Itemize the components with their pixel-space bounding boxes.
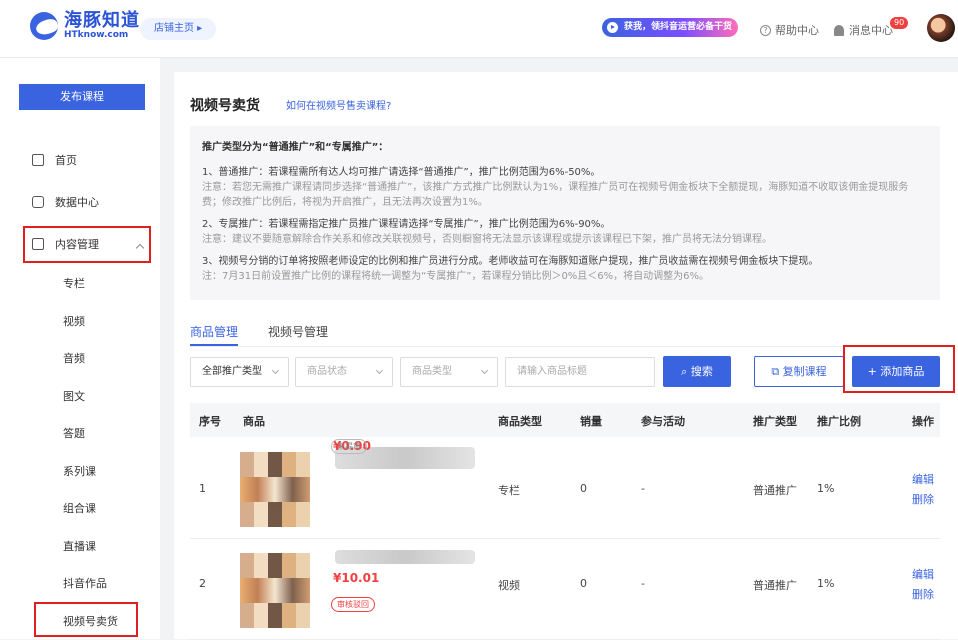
logo-name: 海豚知道 [64,10,140,31]
promo-type-select[interactable]: 全部推广类型 [190,357,289,387]
publish-course-button[interactable]: 发布课程 [19,84,145,110]
notice-item: 1、普通推广：若课程需所有达人均可推广请选择“普通推广”，推广比例范围为6%-5… [202,167,601,178]
promo-banner[interactable]: 获我，领抖音运营必备干货 [602,18,738,37]
goods-title-blurred [335,550,475,564]
status-badge: 审核驳回 [331,597,375,612]
table-row: 1 ¥0.90 未提审 专栏 0 - 普通推广 1% 编辑 删除 [190,439,940,539]
goods-thumbnail [240,452,310,527]
logo[interactable]: 海豚知道 HTknow.com [30,12,140,40]
chevron-down-icon [480,366,489,375]
table-row: 2 ¥10.01 审核驳回 视频 0 - 普通推广 1% 编辑 删除 [190,540,940,640]
logo-domain: HTknow.com [64,30,129,40]
sidebar-sub-live[interactable]: 直播课 [63,538,96,554]
edit-link[interactable]: 编辑 [912,471,934,487]
table-header: 序号 商品 商品类型 销量 参与活动 推广类型 推广比例 操作 [190,403,940,437]
highlight-box [34,602,138,637]
message-count-badge: 90 [890,17,909,29]
edit-link[interactable]: 编辑 [912,566,934,582]
goods-price: ¥10.01 [333,571,380,585]
sidebar-item-data[interactable]: 数据中心 [32,194,99,210]
status-select[interactable]: 商品状态 [295,357,393,387]
status-badge: 未提审 [331,439,367,454]
avatar[interactable] [927,14,955,42]
question-icon: ? [760,24,771,36]
goods-type-select[interactable]: 商品类型 [400,357,498,387]
tab-channels[interactable]: 视频号管理 [268,323,328,340]
notice-note: 注意：若您无需推广课程请同步选择“普通推广”，该推广方式推广比例默认为1%，课程… [202,182,909,208]
tab-active-indicator [190,344,238,346]
data-icon [32,196,44,208]
chevron-down-icon [271,366,280,375]
sidebar-sub-column[interactable]: 专栏 [63,275,85,291]
store-home-button[interactable]: 店铺主页 ▸ [140,18,217,40]
chevron-down-icon [375,366,384,375]
search-input[interactable]: 请输入商品标题 [505,357,655,387]
notice-item: 2、专属推广：若课程需指定推广员推广课程请选择“专属推广”，推广比例范围为6%-… [202,219,611,230]
sidebar-sub-audio[interactable]: 音频 [63,350,85,366]
notice-box: 推广类型分为“普通推广”和“专属推广”： 1、普通推广：若课程需所有达人均可推广… [190,126,940,300]
home-icon [32,154,44,166]
sidebar-sub-article[interactable]: 图文 [63,388,85,404]
message-center-link[interactable]: 消息中心 [834,22,893,38]
sidebar-sub-video[interactable]: 视频 [63,313,85,329]
copy-course-button[interactable]: ⧉ 复制课程 [754,356,844,387]
delete-link[interactable]: 删除 [912,491,934,507]
search-button[interactable]: ⌕ 搜索 [663,356,731,387]
top-header: 海豚知道 HTknow.com 店铺主页 ▸ 获我，领抖音运营必备干货 ? 帮助中… [0,0,958,58]
notice-heading: 推广类型分为“普通推广”和“专属推广”： [202,142,389,153]
sidebar-sub-quiz[interactable]: 答题 [63,425,85,441]
goods-thumbnail [240,553,310,628]
sidebar-sub-bundle[interactable]: 组合课 [63,500,96,516]
highlight-box [23,226,151,263]
tab-divider [190,346,940,347]
notice-note: 注意：建议不要随意解除合作关系和修改关联视频号，否则橱窗将无法显示该课程或提示该… [202,234,772,245]
play-icon [607,22,618,33]
delete-link[interactable]: 删除 [912,586,934,602]
help-center-link[interactable]: ? 帮助中心 [760,22,819,38]
highlight-box [843,345,955,393]
help-link[interactable]: 如何在视频号售卖课程? [286,97,391,112]
sidebar-item-home[interactable]: 首页 [32,152,77,168]
sidebar-sub-series[interactable]: 系列课 [63,463,96,479]
tab-goods[interactable]: 商品管理 [190,323,238,340]
notice-item: 3、视频号分销的订单将按照老师设定的比例和推广员进行分成。老师收益可在海豚知道账… [202,256,819,267]
notice-note: 注：7月31日前设置推广比例的课程将统一调整为“专属推广”，若课程分销比例＞0%… [202,271,710,282]
sidebar-sub-douyin[interactable]: 抖音作品 [63,575,107,591]
dolphin-logo-icon [30,12,58,40]
bell-icon [834,24,844,36]
page-title: 视频号卖货 [190,98,260,114]
